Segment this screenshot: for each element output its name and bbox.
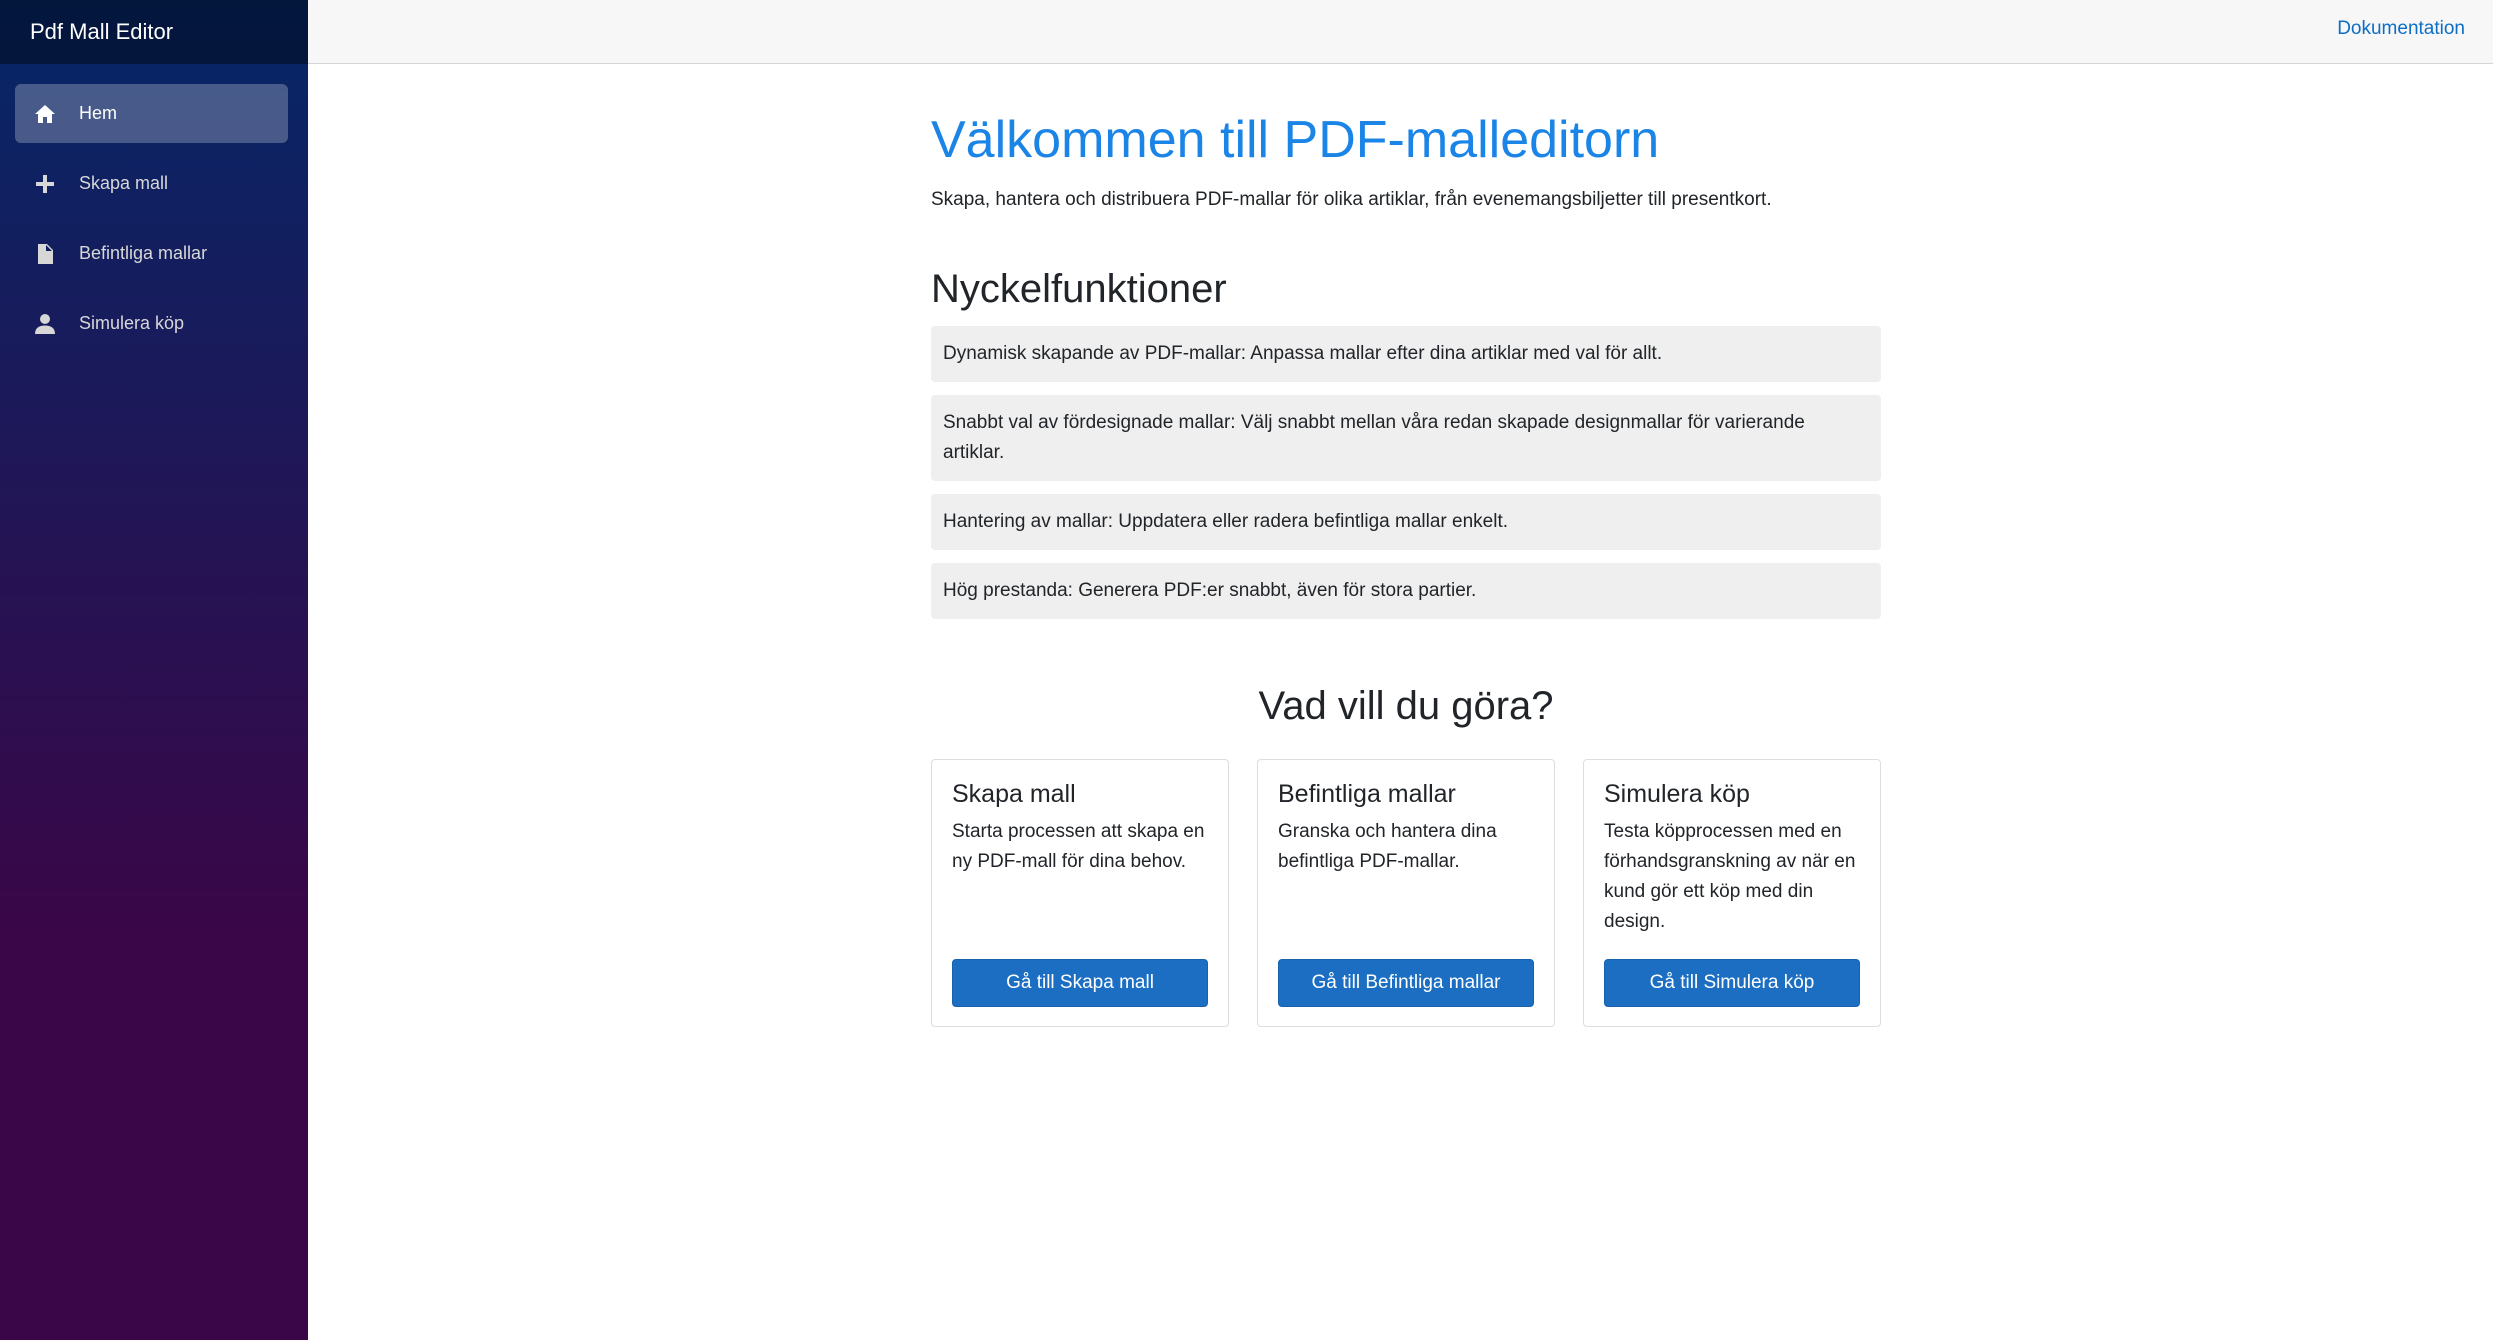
card-title: Skapa mall — [952, 780, 1076, 809]
features-heading: Nyckelfunktioner — [931, 267, 1227, 312]
person-icon — [33, 312, 57, 336]
sidebar-item-befintliga-mallar[interactable]: Befintliga mallar — [15, 224, 288, 283]
feature-item: Hög prestanda: Generera PDF:er snabbt, ä… — [931, 563, 1881, 620]
card-befintliga-mallar: Befintliga mallar Granska och hantera di… — [1257, 759, 1555, 1028]
sidebar-item-label: Skapa mall — [79, 173, 169, 193]
card-text: Starta processen att skapa en ny PDF-mal… — [952, 821, 1205, 873]
card-text: Testa köpprocessen med en förhandsgransk… — [1604, 821, 1856, 933]
app-title[interactable]: Pdf Mall Editor — [30, 19, 173, 45]
go-to-simulera-kop-button[interactable]: Gå till Simulera köp — [1604, 959, 1860, 1008]
sidebar-item-label: Simulera köp — [79, 313, 185, 333]
intro-text: Skapa, hantera och distribuera PDF-malla… — [931, 189, 1772, 211]
main-content: Välkommen till PDF-malleditorn Skapa, ha… — [931, 64, 1881, 1028]
feature-item: Snabbt val av fördesignade mallar: Välj … — [931, 395, 1881, 482]
top-bar: Dokumentation — [308, 0, 2493, 64]
sidebar-item-label: Befintliga mallar — [79, 243, 208, 263]
go-to-skapa-mall-button[interactable]: Gå till Skapa mall — [952, 959, 1208, 1008]
home-icon — [33, 102, 57, 126]
document-icon — [33, 242, 57, 266]
sidebar: Pdf Mall Editor Hem Skapa mall Befintlig… — [0, 0, 308, 1340]
card-simulera-kop: Simulera köp Testa köpprocessen med en f… — [1583, 759, 1881, 1028]
app-root: Pdf Mall Editor Hem Skapa mall Befintlig… — [0, 0, 2493, 1340]
card-title: Befintliga mallar — [1278, 780, 1456, 809]
sidebar-nav: Hem Skapa mall Befintliga mallar Simuler… — [0, 64, 308, 353]
card-skapa-mall: Skapa mall Starta processen att skapa en… — [931, 759, 1229, 1028]
card-text: Granska och hantera dina befintliga PDF-… — [1278, 821, 1497, 873]
brand-bar: Pdf Mall Editor — [0, 0, 308, 64]
go-to-befintliga-mallar-button[interactable]: Gå till Befintliga mallar — [1278, 959, 1534, 1008]
sidebar-item-label: Hem — [79, 103, 118, 123]
plus-icon — [33, 172, 57, 196]
feature-item: Dynamisk skapande av PDF-mallar: Anpassa… — [931, 326, 1881, 383]
feature-item: Hantering av mallar: Uppdatera eller rad… — [931, 494, 1881, 551]
sidebar-item-skapa-mall[interactable]: Skapa mall — [15, 154, 288, 213]
sidebar-item-hem[interactable]: Hem — [15, 84, 288, 143]
cta-heading: Vad vill du göra? — [1258, 684, 1554, 729]
action-cards: Skapa mall Starta processen att skapa en… — [931, 759, 1881, 1028]
page-title: Välkommen till PDF-malleditorn — [931, 111, 1660, 169]
documentation-link[interactable]: Dokumentation — [2337, 18, 2465, 40]
sidebar-item-simulera-kop[interactable]: Simulera köp — [15, 294, 288, 353]
feature-list: Dynamisk skapande av PDF-mallar: Anpassa… — [931, 326, 1881, 632]
card-title: Simulera köp — [1604, 780, 1750, 809]
